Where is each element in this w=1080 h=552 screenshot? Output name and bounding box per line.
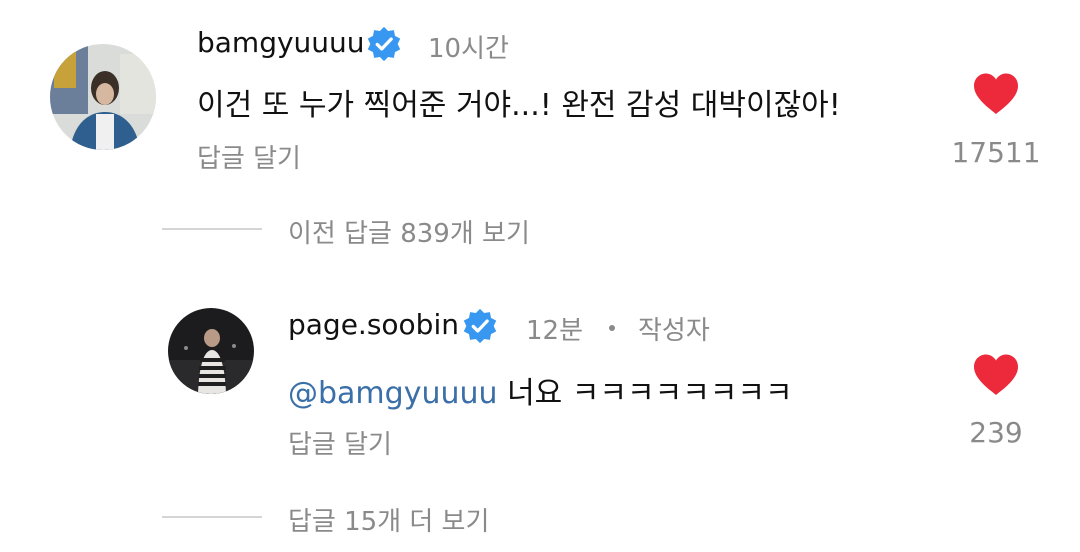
mention-link[interactable]: @bamgyuuuu xyxy=(288,376,498,411)
avatar-image xyxy=(168,308,254,394)
reply-text: @bamgyuuuu 너요 ㅋㅋㅋㅋㅋㅋㅋㅋ xyxy=(288,368,793,412)
comment-thread: bamgyuuuu 10시간 이건 또 누가 찍어준 거야...! 완전 감성 … xyxy=(0,0,1080,552)
reply-timestamp: 12분 xyxy=(526,316,584,346)
view-more-replies-button[interactable]: 답글 15개 더 보기 xyxy=(288,501,489,538)
avatar-bamgyuuuu[interactable] xyxy=(50,44,156,150)
heart-filled-icon[interactable] xyxy=(972,72,1020,116)
separator-dot xyxy=(609,325,615,331)
reply-like-count: 239 xyxy=(969,416,1023,449)
verified-badge-icon xyxy=(367,26,401,62)
replies-divider xyxy=(162,516,262,518)
heart-filled-icon[interactable] xyxy=(972,353,1020,397)
verified-badge-icon xyxy=(463,308,497,344)
comment-text: 이건 또 누가 찍어준 거야...! 완전 감성 대박이잖아! xyxy=(197,88,841,123)
view-previous-replies-button[interactable]: 이전 답글 839개 보기 xyxy=(288,213,530,250)
replies-divider xyxy=(162,228,262,230)
avatar-page-soobin[interactable] xyxy=(168,308,254,394)
author-label: 작성자 xyxy=(638,316,710,346)
reply-username[interactable]: page.soobin xyxy=(288,308,459,341)
reply-text-content: 너요 ㅋㅋㅋㅋㅋㅋㅋㅋ xyxy=(507,376,793,411)
comment-reply-button[interactable]: 답글 달기 xyxy=(197,138,301,175)
reply-reply-button[interactable]: 답글 달기 xyxy=(288,424,392,461)
avatar-image xyxy=(50,44,156,150)
comment-timestamp: 10시간 xyxy=(428,34,509,64)
comment-username[interactable]: bamgyuuuu xyxy=(197,26,365,59)
comment-like-count: 17511 xyxy=(951,136,1041,169)
